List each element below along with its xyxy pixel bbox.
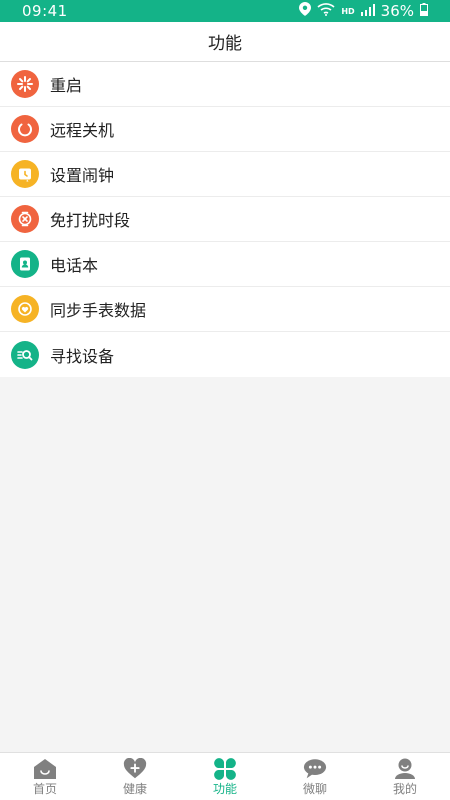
battery-level: 36% (380, 2, 414, 20)
restart-icon (11, 70, 39, 98)
power-icon (11, 115, 39, 143)
page-title: 功能 (208, 34, 242, 54)
menu-item-sync-watch-data[interactable]: 同步手表数据 (0, 287, 450, 332)
menu-item-restart[interactable]: 重启 (0, 62, 450, 107)
tab-functions[interactable]: 功能 (180, 753, 270, 800)
do-not-disturb-icon (11, 205, 39, 233)
battery-icon (420, 2, 428, 20)
tab-label: 首页 (32, 782, 57, 796)
signal-icon (360, 2, 375, 20)
location-icon (299, 2, 312, 20)
menu-item-remote-shutdown[interactable]: 远程关机 (0, 107, 450, 152)
find-device-icon (11, 340, 39, 369)
menu-item-label: 电话本 (50, 256, 99, 275)
tab-label: 健康 (122, 782, 147, 796)
menu-item-label: 重启 (50, 76, 83, 95)
tab-health[interactable]: 健康 (90, 753, 180, 800)
menu-item-label: 设置闹钟 (50, 166, 115, 185)
tab-label: 我的 (392, 782, 417, 796)
chat-icon (303, 758, 327, 780)
title-bar: 功能 (0, 22, 450, 62)
health-icon (123, 758, 147, 780)
home-icon (33, 758, 57, 780)
menu-item-label: 远程关机 (50, 121, 115, 140)
sync-icon (11, 295, 39, 323)
status-bar: 09:41 HD 36% (0, 0, 450, 22)
menu-item-find-device[interactable]: 寻找设备 (0, 332, 450, 377)
status-time: 09:41 (22, 2, 68, 20)
menu-item-label: 免打扰时段 (50, 211, 131, 230)
bottom-tab-bar: 首页 健康 功能 微聊 我的 (0, 752, 450, 800)
wifi-icon (317, 2, 335, 20)
menu-item-label: 寻找设备 (50, 346, 115, 366)
tab-chat[interactable]: 微聊 (270, 753, 360, 800)
network-label: HD (341, 6, 355, 16)
functions-icon (213, 758, 237, 780)
menu-item-set-alarm[interactable]: 设置闹钟 (0, 152, 450, 197)
tab-label: 微聊 (302, 782, 327, 796)
phonebook-icon (11, 250, 39, 278)
menu-item-do-not-disturb[interactable]: 免打扰时段 (0, 197, 450, 242)
menu-item-phonebook[interactable]: 电话本 (0, 242, 450, 287)
function-list: 重启 远程关机 设置闹钟 免打扰时段 电话本 同步手表数据 寻找设备 (0, 62, 450, 377)
menu-item-label: 同步手表数据 (50, 301, 147, 320)
status-indicators: HD 36% (299, 2, 428, 20)
tab-profile[interactable]: 我的 (360, 753, 450, 800)
tab-home[interactable]: 首页 (0, 753, 90, 800)
profile-icon (393, 758, 417, 780)
tab-label: 功能 (212, 782, 237, 796)
alarm-icon (11, 160, 39, 188)
